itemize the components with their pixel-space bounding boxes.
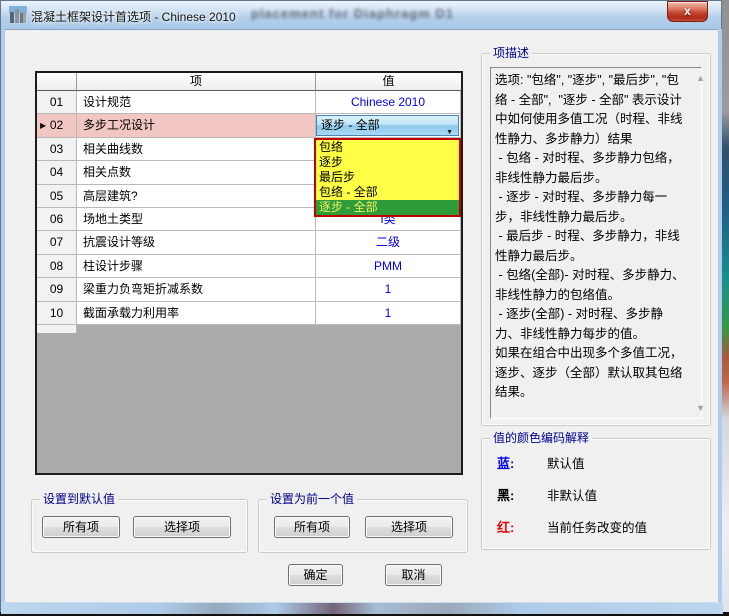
set-previous-group: 设置为前一个值 所有项 选择项 bbox=[258, 499, 468, 553]
window-title: 混凝土框架设计首选项 - Chinese 2010 bbox=[31, 8, 236, 25]
row-number[interactable]: 09 bbox=[37, 278, 77, 301]
value-cell[interactable]: Chinese 2010 bbox=[316, 91, 461, 114]
set-default-title: 设置到默认值 bbox=[40, 492, 118, 506]
legend-entry: 黑: 非默认值 bbox=[482, 485, 710, 503]
dropdown-option[interactable]: 最后步 bbox=[316, 170, 459, 185]
legend-color-key: 红: bbox=[497, 517, 514, 536]
table-row: 10截面承载力利用率1 bbox=[37, 302, 461, 325]
row-number[interactable]: 02▶ bbox=[37, 114, 77, 137]
multistep-case-combobox[interactable]: 逐步 - 全部▼ bbox=[316, 115, 459, 135]
dialog-border-bottom bbox=[1, 602, 723, 614]
titlebar[interactable]: placement for Diaphragm D1 混凝土框架设计首选项 - … bbox=[1, 1, 721, 30]
item-cell[interactable]: 多步工况设计 bbox=[77, 114, 316, 137]
table-row: 09梁重力负弯矩折减系数1 bbox=[37, 278, 461, 301]
legend-description: 默认值 bbox=[547, 453, 585, 472]
table-row: 02▶多步工况设计逐步 - 全部▼ bbox=[37, 114, 461, 137]
desktop-wallpaper-sliver bbox=[721, 0, 729, 616]
dropdown-option[interactable]: 包络 - 全部 bbox=[316, 185, 459, 200]
header-rownum bbox=[37, 73, 77, 91]
dropdown-list: 包络逐步最后步包络 - 全部逐步 - 全部 bbox=[314, 138, 461, 217]
item-cell[interactable]: 场地土类型 bbox=[77, 208, 316, 231]
close-button[interactable]: x bbox=[667, 1, 708, 22]
table-header-row: 项 值 bbox=[37, 73, 461, 91]
header-item: 项 bbox=[77, 73, 316, 91]
dialog-border-left bbox=[1, 29, 5, 604]
item-cell[interactable]: 高层建筑? bbox=[77, 185, 316, 208]
row-number[interactable]: 01 bbox=[37, 91, 77, 114]
legend-entry: 蓝: 默认值 bbox=[482, 453, 710, 471]
value-cell[interactable]: PMM bbox=[316, 255, 461, 278]
set-default-group: 设置到默认值 所有项 选择项 bbox=[31, 499, 248, 553]
background-window-ghost-title: placement for Diaphragm D1 bbox=[251, 6, 454, 21]
value-cell[interactable]: 1 bbox=[316, 302, 461, 325]
screen: placement for Diaphragm D1 混凝土框架设计首选项 - … bbox=[0, 0, 729, 616]
value-cell[interactable]: 1 bbox=[316, 278, 461, 301]
color-legend-group: 值的颜色编码解释 蓝:默认值黑:非默认值红:当前任务改变的值 bbox=[481, 438, 711, 550]
row-number[interactable]: 03 bbox=[37, 138, 77, 161]
empty-row-stub bbox=[37, 325, 77, 333]
set-default-all-button[interactable]: 所有项 bbox=[42, 516, 120, 538]
value-cell[interactable]: 二级 bbox=[316, 231, 461, 254]
dropdown-option[interactable]: 逐步 - 全部 bbox=[316, 200, 459, 215]
item-cell[interactable]: 相关点数 bbox=[77, 161, 316, 184]
item-cell[interactable]: 柱设计步骤 bbox=[77, 255, 316, 278]
preferences-table: 项 值 01设计规范Chinese 201002▶多步工况设计逐步 - 全部▼0… bbox=[35, 71, 463, 475]
legend-entry: 红: 当前任务改变的值 bbox=[482, 517, 710, 535]
item-cell[interactable]: 抗震设计等级 bbox=[77, 231, 316, 254]
set-previous-selected-button[interactable]: 选择项 bbox=[365, 516, 453, 538]
legend-description: 当前任务改变的值 bbox=[547, 517, 647, 536]
item-cell[interactable]: 截面承载力利用率 bbox=[77, 302, 316, 325]
app-building-icon[interactable] bbox=[9, 6, 27, 24]
dialog-border-right bbox=[718, 29, 722, 604]
value-cell[interactable]: 逐步 - 全部▼ bbox=[316, 114, 461, 137]
row-number[interactable]: 05 bbox=[37, 185, 77, 208]
legend-description: 非默认值 bbox=[547, 485, 597, 504]
ok-button[interactable]: 确定 bbox=[288, 564, 343, 586]
set-previous-title: 设置为前一个值 bbox=[267, 492, 357, 506]
set-default-selected-button[interactable]: 选择项 bbox=[133, 516, 231, 538]
item-description-title: 项描述 bbox=[490, 46, 532, 60]
row-number[interactable]: 06 bbox=[37, 208, 77, 231]
scroll-down-icon[interactable]: ▼ bbox=[696, 404, 705, 413]
dropdown-option[interactable]: 逐步 bbox=[316, 155, 459, 170]
chevron-down-icon: ▼ bbox=[446, 123, 453, 137]
item-cell[interactable]: 相关曲线数 bbox=[77, 138, 316, 161]
table-row: 08柱设计步骤PMM bbox=[37, 255, 461, 278]
row-number[interactable]: 10 bbox=[37, 302, 77, 325]
cancel-button[interactable]: 取消 bbox=[385, 564, 442, 586]
header-value: 值 bbox=[316, 73, 461, 91]
preferences-dialog: placement for Diaphragm D1 混凝土框架设计首选项 - … bbox=[0, 0, 722, 612]
row-number[interactable]: 04 bbox=[37, 161, 77, 184]
legend-color-key: 蓝: bbox=[497, 453, 514, 472]
row-number[interactable]: 07 bbox=[37, 231, 77, 254]
item-cell[interactable]: 设计规范 bbox=[77, 91, 316, 114]
color-legend-title: 值的颜色编码解释 bbox=[490, 431, 592, 445]
scroll-up-icon[interactable]: ▲ bbox=[696, 74, 705, 83]
table-row: 01设计规范Chinese 2010 bbox=[37, 91, 461, 114]
set-previous-all-button[interactable]: 所有项 bbox=[274, 516, 350, 538]
row-number[interactable]: 08 bbox=[37, 255, 77, 278]
table-row: 07抗震设计等级二级 bbox=[37, 231, 461, 254]
legend-color-key: 黑: bbox=[497, 485, 514, 504]
item-description-text: 选项: "包络", "逐步", "最后步", "包络 - 全部", "逐步 - … bbox=[490, 67, 702, 419]
item-cell[interactable]: 梁重力负弯矩折减系数 bbox=[77, 278, 316, 301]
item-description-group: 项描述 选项: "包络", "逐步", "最后步", "包络 - 全部", "逐… bbox=[481, 53, 711, 426]
current-row-marker-icon: ▶ bbox=[40, 114, 46, 137]
dropdown-option[interactable]: 包络 bbox=[316, 140, 459, 155]
